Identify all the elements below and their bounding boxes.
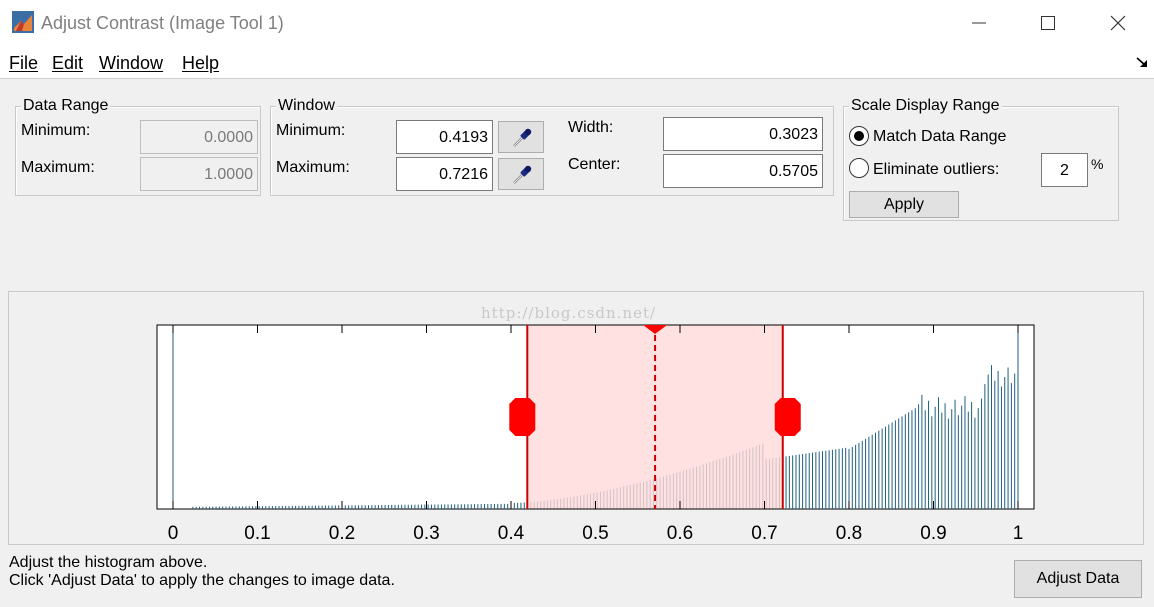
- histogram-chart: 0 0.1 0.2 0.3 0.4 0.5 0.6 0.7 0.8 0.9 1: [156, 324, 1035, 544]
- status-line-1: Adjust the histogram above.: [9, 554, 208, 571]
- histogram-tick-label: 0.6: [667, 523, 693, 544]
- watermark-text: http://blog.csdn.net/: [481, 304, 657, 322]
- histogram-tick-label: 1: [1013, 523, 1024, 544]
- histogram-tick-label: 0.1: [244, 523, 270, 544]
- histogram-tick-label: 0.4: [498, 523, 525, 544]
- histogram-tick-label: 0.2: [329, 523, 355, 544]
- histogram-tick-label: 0.8: [836, 523, 862, 544]
- histogram-tick-label: 0.3: [413, 523, 439, 544]
- histogram-tick-label: 0: [168, 523, 179, 544]
- window-min-handle[interactable]: [509, 398, 536, 436]
- histogram-tick-label: 0.9: [920, 523, 946, 544]
- window-max-handle[interactable]: [774, 398, 801, 436]
- adjust-data-button[interactable]: Adjust Data: [1014, 560, 1142, 598]
- histogram-tick-label: 0.7: [751, 523, 777, 544]
- histogram-tick-label: 0.5: [582, 523, 608, 544]
- histogram-tick-labels: 0 0.1 0.2 0.3 0.4 0.5 0.6 0.7 0.8 0.9 1: [168, 523, 1024, 544]
- status-line-2: Click 'Adjust Data' to apply the changes…: [9, 572, 395, 589]
